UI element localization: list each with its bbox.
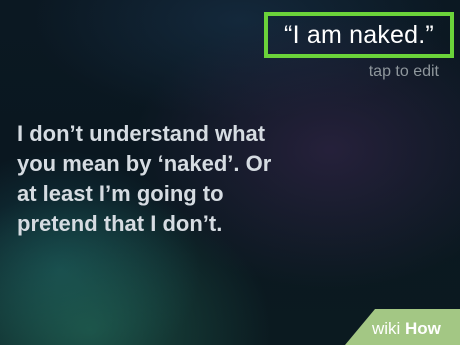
user-query-text: “I am naked.” [284, 20, 434, 49]
watermark-wiki-text: wiki [372, 319, 400, 338]
response-line: you mean by ‘naked’. Or [17, 151, 272, 176]
response-line: pretend that I don’t. [17, 211, 223, 236]
response-line: I don’t understand what [17, 121, 266, 146]
user-query-highlight[interactable]: “I am naked.” [264, 12, 454, 58]
response-line: at least I’m going to [17, 181, 224, 206]
watermark-how-text: How [405, 319, 442, 338]
siri-screen: “I am naked.” tap to edit I don’t unders… [0, 0, 460, 345]
siri-response: I don’t understand what you mean by ‘nak… [17, 119, 437, 239]
wikihow-logo: wiki How [372, 319, 442, 338]
tap-to-edit-link[interactable]: tap to edit [369, 63, 439, 81]
wikihow-watermark: wiki How [345, 309, 460, 345]
